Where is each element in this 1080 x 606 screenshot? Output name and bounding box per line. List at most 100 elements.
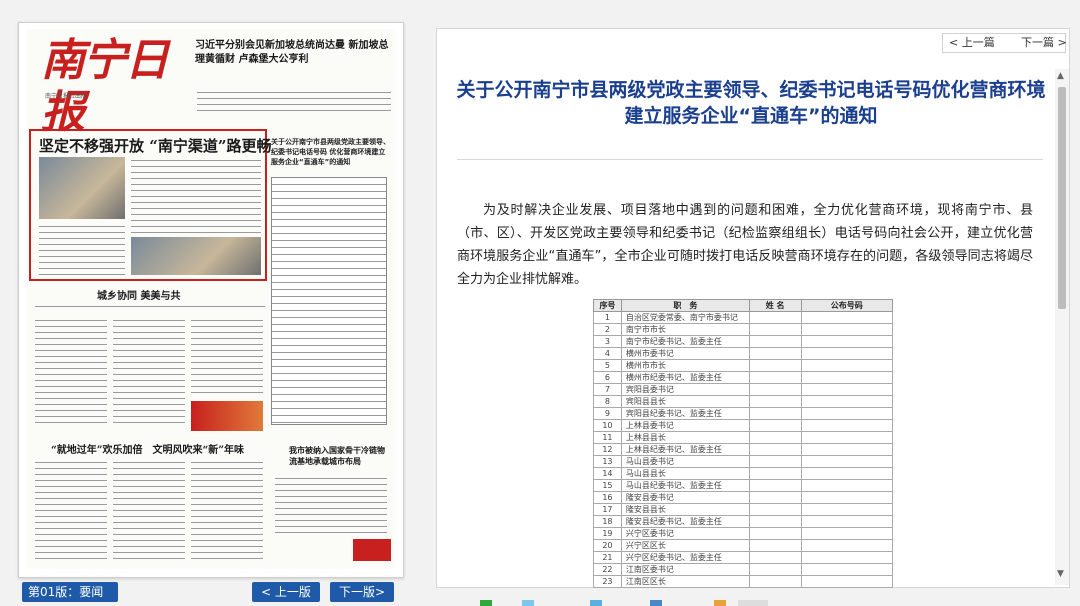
next-article-link[interactable]: 下一篇 > [1021, 34, 1067, 52]
story3-text [191, 459, 263, 559]
table-cell [748, 407, 802, 420]
table-cell: 20 [593, 539, 622, 552]
table-cell [748, 311, 802, 324]
table-row: 1 自治区党委常委、南宁市委书记 [593, 311, 894, 324]
scroll-thumb[interactable] [1058, 87, 1066, 309]
table-cell [800, 371, 894, 384]
lead-story-title: 坚定不移强开放 “南宁渠道”路更畅 [39, 137, 272, 155]
masthead-subtitle: 南宁日报社出版 [45, 93, 88, 100]
table-cell [800, 503, 894, 516]
table-cell: 马山县委书记 [620, 455, 750, 468]
table-cell [800, 491, 894, 504]
notice-mini-table[interactable] [271, 177, 387, 425]
table-cell [800, 359, 894, 372]
table-cell: 马山县县长 [620, 467, 750, 480]
table-cell [800, 323, 894, 336]
table-row: 8 宾阳县县长 [593, 395, 894, 408]
table-cell: 马山县纪委书记、监委主任 [620, 479, 750, 492]
table-cell: 15 [593, 479, 622, 492]
story2-subtitle [35, 303, 265, 311]
table-row: 21 兴宁区纪委书记、监委主任 [593, 551, 894, 564]
table-cell: 上林县委书记 [620, 419, 750, 432]
table-cell: 兴宁区区长 [620, 539, 750, 552]
scroll-down-arrow-icon[interactable]: ▼ [1057, 569, 1064, 579]
table-cell: 6 [593, 371, 622, 384]
table-cell [748, 371, 802, 384]
table-cell [800, 407, 894, 420]
title-divider [457, 159, 1043, 160]
table-row: 9 宾阳县纪委书记、监委主任 [593, 407, 894, 420]
story4-title[interactable]: 我市被纳入国家骨干冷链物流基地承载城市布局 [289, 445, 389, 467]
table-cell [800, 395, 894, 408]
table-cell [748, 395, 802, 408]
table-cell [800, 527, 894, 540]
article-panel: < 上一篇 下一篇 > 关于公开南宁市县两级党政主要领导、纪委书记电话号码优化营… [436, 28, 1070, 588]
page: 南宁日报 南宁日报社出版 习近平分别会见新加坡总统尚达曼 新加坡总理黄循财 卢森… [0, 0, 1080, 606]
table-row: 16 隆安县委书记 [593, 491, 894, 504]
lead-story-photo [131, 237, 261, 275]
top-headline[interactable]: 习近平分别会见新加坡总统尚达曼 新加坡总理黄循财 卢森堡大公亨利 [195, 39, 395, 67]
notice-mini-headline[interactable]: 关于公开南宁市县两级党政主要领导、纪委书记电话号码 优化营商环境建立服务企业“直… [271, 137, 391, 167]
lead-story-text [131, 157, 261, 233]
story2-text [191, 317, 263, 397]
app-icon[interactable] [650, 600, 662, 606]
app-icon[interactable] [590, 600, 602, 606]
table-cell [748, 551, 802, 564]
table-cell [800, 431, 894, 444]
table-cell: 江南区委书记 [620, 563, 750, 576]
masthead: 南宁日报 南宁日报社出版 [27, 29, 197, 138]
table-cell: 18 [593, 515, 622, 528]
app-icon[interactable] [480, 600, 492, 606]
prev-edition-button[interactable]: < 上一版 [252, 582, 320, 602]
table-cell [800, 419, 894, 432]
app-icon[interactable] [522, 600, 534, 606]
newspaper-page-frame: 南宁日报 南宁日报社出版 习近平分别会见新加坡总统尚达曼 新加坡总理黄循财 卢森… [18, 22, 404, 578]
table-cell [748, 383, 802, 396]
table-cell: 17 [593, 503, 622, 516]
table-cell: 南宁市市长 [620, 323, 750, 336]
table-cell [800, 311, 894, 324]
table-cell [748, 431, 802, 444]
table-cell: 14 [593, 467, 622, 480]
next-edition-button[interactable]: 下一版> [330, 582, 394, 602]
table-cell [748, 479, 802, 492]
table-cell: 21 [593, 551, 622, 564]
story2-banner [191, 401, 263, 431]
newspaper-page[interactable]: 南宁日报 南宁日报社出版 习近平分别会见新加坡总统尚达曼 新加坡总理黄循财 卢森… [27, 29, 395, 569]
table-cell: 11 [593, 431, 622, 444]
table-row: 22 江南区委书记 [593, 563, 894, 576]
table-cell: 自治区党委常委、南宁市委书记 [620, 311, 750, 324]
story2-title[interactable]: 城乡协同 美美与共 [97, 287, 180, 302]
lead-story-text [39, 223, 125, 275]
table-row: 14 马山县县长 [593, 467, 894, 480]
table-cell [800, 335, 894, 348]
story3-title[interactable]: “就地过年”欢乐加倍 文明风吹来“新”年味 [51, 441, 244, 456]
scroll-up-arrow-icon[interactable]: ▲ [1057, 71, 1064, 81]
article-scrollbar[interactable]: ▲ ▼ [1055, 69, 1069, 585]
table-cell: 2 [593, 323, 622, 336]
table-row: 18 隆安县纪委书记、监委主任 [593, 515, 894, 528]
table-row: 3 南宁市纪委书记、监委主任 [593, 335, 894, 348]
table-cell: 江南区区长 [620, 575, 750, 588]
table-cell [800, 455, 894, 468]
table-row: 19 兴宁区委书记 [593, 527, 894, 540]
table-cell: 隆安县纪委书记、监委主任 [620, 515, 750, 528]
table-row: 4 横州市委书记 [593, 347, 894, 360]
lead-story-highlight[interactable]: 坚定不移强开放 “南宁渠道”路更畅 [29, 129, 271, 281]
app-icon[interactable] [738, 600, 768, 606]
table-cell: 19 [593, 527, 622, 540]
table-cell: 上林县县长 [620, 431, 750, 444]
table-cell [748, 575, 802, 588]
table-cell [748, 335, 802, 348]
prev-article-link[interactable]: < 上一篇 [949, 34, 995, 52]
table-cell [800, 479, 894, 492]
table-header-cell: 姓 名 [748, 299, 802, 312]
story3-text [35, 459, 107, 559]
table-cell [800, 347, 894, 360]
app-icon[interactable] [714, 600, 726, 606]
table-cell: 22 [593, 563, 622, 576]
table-cell: 5 [593, 359, 622, 372]
article-body: 为及时解决企业发展、项目落地中遇到的问题和困难，全力优化营商环境，现将南宁市、县… [457, 203, 1033, 287]
table-cell: 兴宁区纪委书记、监委主任 [620, 551, 750, 564]
table-cell [800, 443, 894, 456]
